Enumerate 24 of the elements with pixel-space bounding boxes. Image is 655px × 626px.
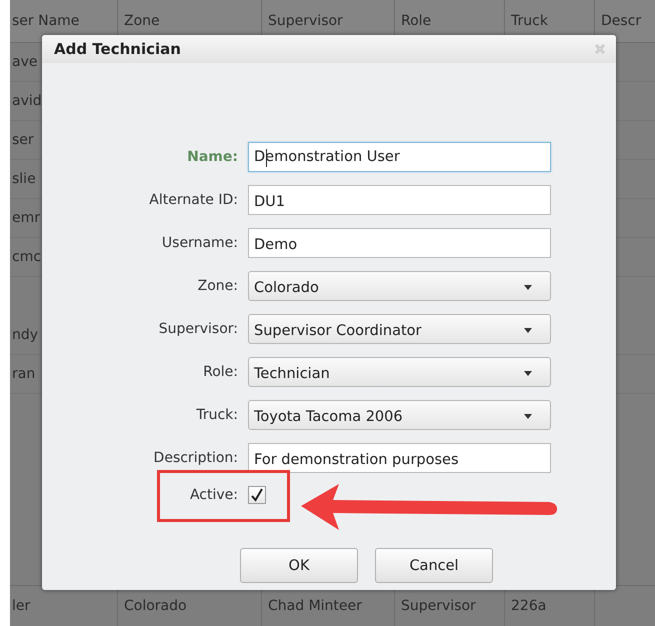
text-field[interactable]: DU1 [248, 185, 551, 215]
dropdown-arrow-icon [524, 285, 532, 290]
field-label: Alternate ID: [148, 192, 238, 208]
dropdown[interactable]: Supervisor Coordinator [248, 314, 551, 344]
field-label: Name: [186, 149, 238, 165]
dialog-button[interactable]: OK [240, 548, 358, 583]
field-label: Zone: [196, 278, 238, 294]
field-label: Role: [202, 364, 238, 380]
dropdown-arrow-icon [524, 414, 532, 419]
dropdown-arrow-icon [524, 328, 532, 333]
field-label: Active: [188, 487, 238, 503]
column-header[interactable]: Descr [595, 0, 655, 42]
dialog-button[interactable]: Cancel [375, 548, 493, 583]
field-label: Truck: [195, 407, 238, 423]
dropdown[interactable]: Toyota Tacoma 2006 [248, 400, 551, 430]
text-field[interactable]: Demo [248, 228, 551, 258]
checkbox[interactable] [248, 486, 266, 504]
dropdown[interactable]: Colorado [248, 271, 551, 301]
field-label: Description: [152, 450, 238, 466]
dropdown[interactable]: Technician [248, 357, 551, 387]
field-label: Username: [160, 235, 238, 251]
field-label: Supervisor: [158, 321, 238, 337]
text-field[interactable]: For demonstration purposes [248, 443, 551, 473]
dropdown-arrow-icon [524, 371, 532, 376]
